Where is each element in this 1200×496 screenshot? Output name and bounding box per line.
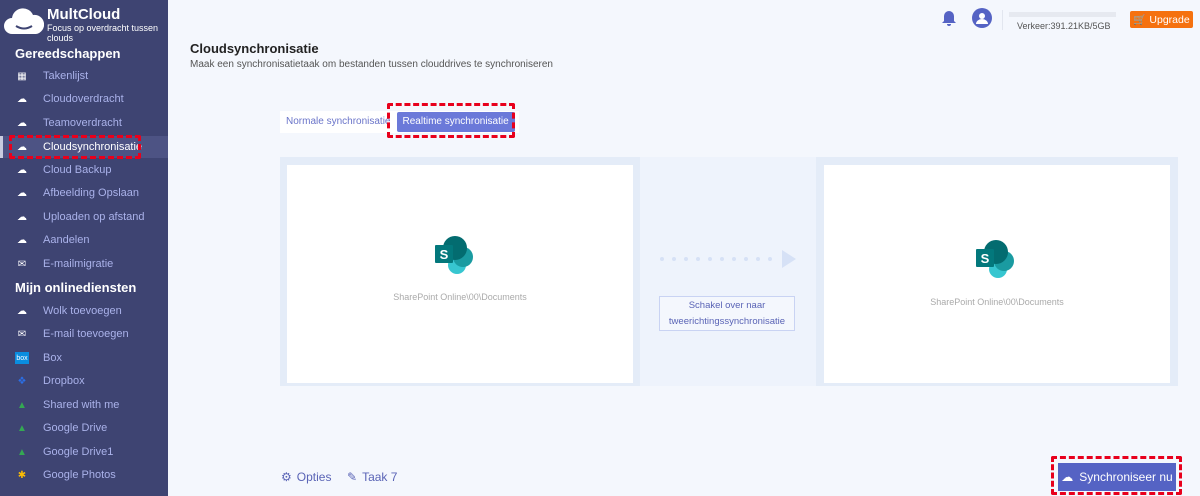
cart-icon: 🛒 xyxy=(1133,14,1147,26)
highlight-box xyxy=(1051,456,1182,495)
sidebar-item-label: Cloud Backup xyxy=(43,164,112,176)
add-cloud-icon: ☁ xyxy=(17,305,27,317)
highlight-box xyxy=(9,135,141,159)
sidebar-item-e-mailmigratie[interactable]: ✉ E-mailmigratie xyxy=(0,253,168,275)
sidebar: MultCloud Focus op overdracht tussen clo… xyxy=(0,0,168,496)
sidebar-item-label: Google Photos xyxy=(43,469,116,481)
cloud-transfer-icon: ☁ xyxy=(17,93,27,105)
source-path: SharePoint Online\00\Documents xyxy=(393,292,527,302)
pencil-icon: ✎ xyxy=(347,470,358,484)
sidebar-item-label: Cloudoverdracht xyxy=(43,93,124,105)
sidebar-item-google-photos[interactable]: ✱ Google Photos xyxy=(0,464,168,486)
task-label: Taak 7 xyxy=(362,470,398,484)
arrow-icon xyxy=(660,250,796,268)
source-card[interactable]: S SharePoint Online\00\Documents xyxy=(287,165,633,383)
gear-icon: ⚙ xyxy=(281,470,292,484)
sharepoint-icon: S xyxy=(435,236,473,274)
user-avatar-icon[interactable] xyxy=(972,8,992,28)
sidebar-item-shared-with-me[interactable]: ▲ Shared with me xyxy=(0,394,168,416)
upgrade-button[interactable]: 🛒 Upgrade xyxy=(1130,11,1193,28)
image-save-icon: ☁ xyxy=(17,187,27,199)
sidebar-item-dropbox[interactable]: ❖ Dropbox xyxy=(0,370,168,392)
sidebar-item-label: Aandelen xyxy=(43,234,90,246)
sidebar-item-label: Wolk toevoegen xyxy=(43,305,122,317)
sidebar-item-label: Afbeelding Opslaan xyxy=(43,187,140,199)
tab-normal-sync[interactable]: Normale synchronisatie xyxy=(280,111,397,133)
sidebar-item-afbeelding-opslaan[interactable]: ☁ Afbeelding Opslaan xyxy=(0,182,168,204)
sync-direction: Schakel over naar tweerichtingssynchroni… xyxy=(640,157,816,386)
tools-header: Gereedschappen xyxy=(15,46,121,61)
switch-two-way-button[interactable]: Schakel over naar tweerichtingssynchroni… xyxy=(659,296,795,331)
traffic-text: Verkeer:391.21KB/5GB xyxy=(1017,21,1111,31)
dropbox-icon: ❖ xyxy=(17,375,27,387)
sidebar-item-label: Box xyxy=(43,352,62,364)
traffic-bar xyxy=(1009,12,1116,17)
divider xyxy=(1002,10,1003,30)
sidebar-item-aandelen[interactable]: ☁ Aandelen xyxy=(0,229,168,251)
target-card[interactable]: S SharePoint Online\00\Documents xyxy=(824,165,1170,383)
sidebar-item-label: Takenlijst xyxy=(43,70,89,82)
sidebar-item-google-drive1[interactable]: ▲ Google Drive1 xyxy=(0,441,168,463)
highlight-box xyxy=(387,103,515,138)
upgrade-label: Upgrade xyxy=(1149,13,1190,26)
sidebar-item-cloud-backup[interactable]: ☁ Cloud Backup xyxy=(0,159,168,181)
google-drive-icon: ▲ xyxy=(17,399,27,411)
grid-icon: ▦ xyxy=(17,70,27,82)
email-migration-icon: ✉ xyxy=(17,258,27,270)
options-label: Opties xyxy=(296,470,332,484)
options-button[interactable]: ⚙ Opties xyxy=(281,470,331,484)
svg-text:S: S xyxy=(440,247,449,262)
cloud-backup-icon: ☁ xyxy=(17,164,27,176)
multcloud-logo xyxy=(4,8,44,34)
remote-upload-icon: ☁ xyxy=(17,211,27,223)
target-path: SharePoint Online\00\Documents xyxy=(930,297,1064,307)
task-name-button[interactable]: ✎ Taak 7 xyxy=(347,470,397,484)
sidebar-item-label: Uploaden op afstand xyxy=(43,211,145,223)
google-photos-icon: ✱ xyxy=(17,469,27,481)
sidebar-item-label: Google Drive1 xyxy=(43,446,114,458)
sync-panel: S SharePoint Online\00\Documents Schakel… xyxy=(280,157,1178,386)
sidebar-item-label: Dropbox xyxy=(43,375,85,387)
brand-name: MultCloud xyxy=(47,6,121,23)
team-cloud-icon: ☁ xyxy=(17,117,27,129)
sidebar-item-takenlijst[interactable]: ▦ Takenlijst xyxy=(0,65,168,87)
svg-text:S: S xyxy=(981,251,990,266)
tagline: Focus op overdracht tussen clouds xyxy=(47,23,159,43)
google-drive-icon: ▲ xyxy=(17,446,27,458)
sidebar-item-cloudoverdracht[interactable]: ☁ Cloudoverdracht xyxy=(0,88,168,110)
page-subtitle: Maak een synchronisatietaak om bestanden… xyxy=(190,59,553,70)
sidebar-item-label: Google Drive xyxy=(43,422,108,434)
services-header: Mijn onlinediensten xyxy=(15,280,137,295)
sidebar-item-label: Teamoverdracht xyxy=(43,117,122,129)
sidebar-item-e-mail-toevoegen[interactable]: ✉ E-mail toevoegen xyxy=(0,323,168,345)
sidebar-item-label: Shared with me xyxy=(43,399,120,411)
google-drive-icon: ▲ xyxy=(17,422,27,434)
sharepoint-icon: S xyxy=(976,240,1014,278)
sidebar-item-label: E-mail toevoegen xyxy=(43,328,129,340)
sidebar-item-teamoverdracht[interactable]: ☁ Teamoverdracht xyxy=(0,112,168,134)
bell-icon[interactable] xyxy=(942,10,956,26)
sidebar-item-wolk-toevoegen[interactable]: ☁ Wolk toevoegen xyxy=(0,300,168,322)
top-bar: Verkeer:391.21KB/5GB xyxy=(168,0,1200,38)
box-icon: box xyxy=(15,352,29,364)
sidebar-item-uploaden-op-afstand[interactable]: ☁ Uploaden op afstand xyxy=(0,206,168,228)
add-email-icon: ✉ xyxy=(17,328,27,340)
sidebar-item-google-drive[interactable]: ▲ Google Drive xyxy=(0,417,168,439)
sidebar-item-label: E-mailmigratie xyxy=(43,258,114,270)
share-icon: ☁ xyxy=(17,234,27,246)
sidebar-item-box[interactable]: box Box xyxy=(0,347,168,369)
page-title: Cloudsynchronisatie xyxy=(190,41,319,56)
